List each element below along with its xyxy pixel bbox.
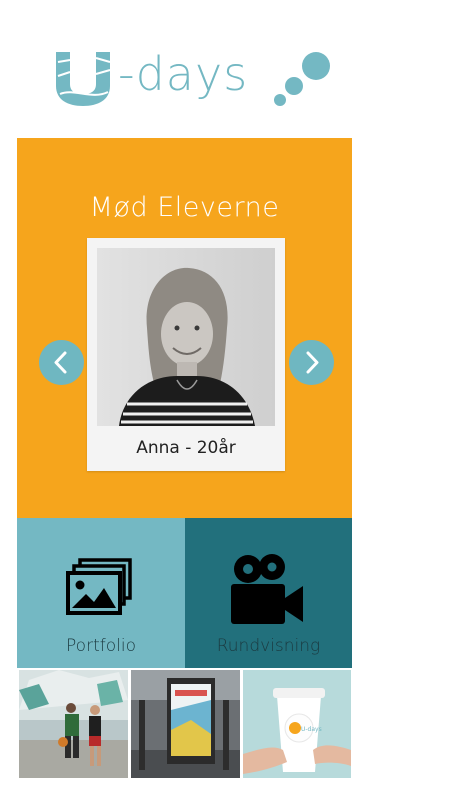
gallery-icon <box>66 558 132 615</box>
gallery-thumb-basketball[interactable] <box>19 670 128 778</box>
carousel-next-button[interactable] <box>289 340 334 385</box>
gallery-thumb-coffee-cup[interactable]: U-days <box>243 670 351 778</box>
logo-text: -days <box>118 47 249 101</box>
student-card[interactable]: Anna - 20år <box>87 238 285 471</box>
tour-tile[interactable]: Rundvisning <box>185 518 352 668</box>
student-photo <box>97 248 275 426</box>
student-caption: Anna - 20år <box>136 438 236 458</box>
carousel-prev-button[interactable] <box>39 340 84 385</box>
gallery-thumb-busstop[interactable] <box>131 670 240 778</box>
video-camera-icon <box>231 554 303 624</box>
meet-students-section: Mød Eleverne Anna - 20år <box>17 138 352 518</box>
chevron-left-icon <box>54 351 67 374</box>
portfolio-tile[interactable]: Portfolio <box>17 518 185 668</box>
brand-logo[interactable]: -days <box>54 47 334 110</box>
tour-label: Rundvisning <box>216 636 321 656</box>
section-title: Mød Eleverne <box>89 192 280 223</box>
chevron-right-icon <box>306 351 319 374</box>
logo-u-mark <box>56 52 111 106</box>
cup-logo-text: U-days <box>301 726 322 733</box>
portfolio-label: Portfolio <box>66 636 136 656</box>
logo-dots <box>274 52 330 106</box>
